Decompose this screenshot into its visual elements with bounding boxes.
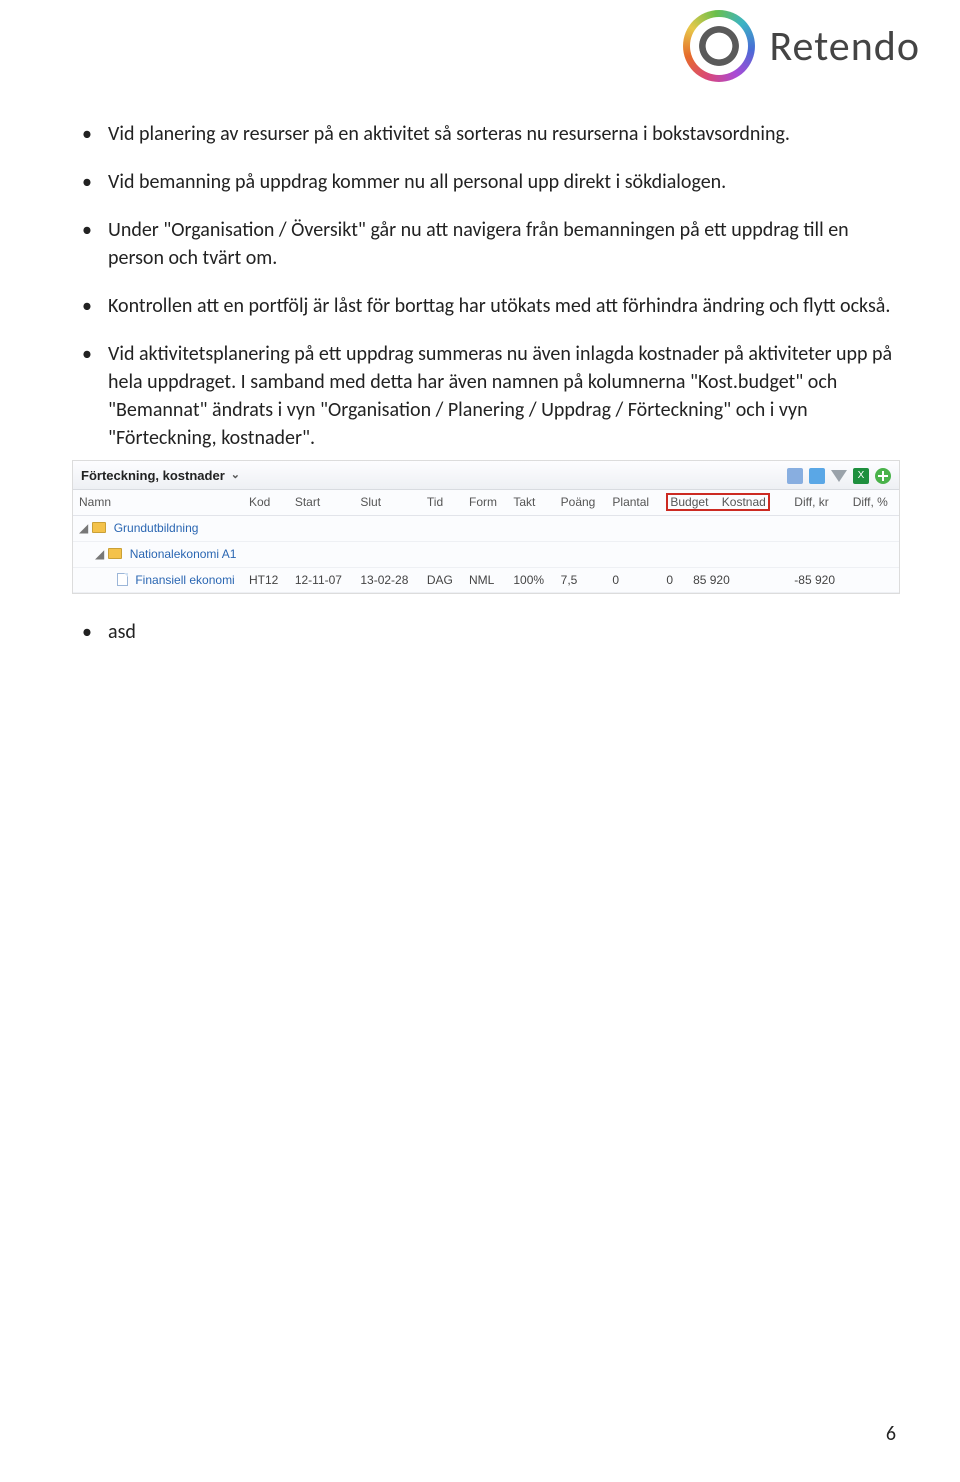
cell-diffkr: -85 920 <box>788 567 846 593</box>
table-row[interactable]: ◢ Grundutbildning <box>73 515 899 541</box>
bullet-item: Under "Organisation / Översikt" går nu a… <box>72 216 900 272</box>
bullet-text: Vid aktivitetsplanering på ett uppdrag s… <box>108 342 892 450</box>
table-row[interactable]: Finansiell ekonomi HT12 12-11-07 13-02-2… <box>73 567 899 593</box>
cell-diffp <box>847 567 899 593</box>
chevron-down-icon: ⌄ <box>231 468 240 483</box>
document-icon <box>117 573 128 586</box>
brand-header: Retendo <box>683 10 920 82</box>
embedded-ui-panel: Förteckning, kostnader ⌄ <box>72 460 900 594</box>
bullet-item: Vid planering av resurser på en aktivite… <box>72 120 900 148</box>
add-icon[interactable] <box>875 468 891 484</box>
bullet-item: Vid bemanning på uppdrag kommer nu all p… <box>72 168 900 196</box>
cell-takt: 100% <box>507 567 554 593</box>
table-row[interactable]: ◢ Nationalekonomi A1 <box>73 541 899 567</box>
brand-logo-icon <box>683 10 755 82</box>
folder-icon <box>92 522 106 533</box>
col-start[interactable]: Start <box>289 490 355 515</box>
cell-slut: 13-02-28 <box>354 567 421 593</box>
brand-name: Retendo <box>769 21 920 72</box>
folder-icon <box>108 548 122 559</box>
row-name[interactable]: Grundutbildning <box>114 521 199 535</box>
row-name[interactable]: Finansiell ekonomi <box>135 573 234 587</box>
document-body: Vid planering av resurser på en aktivite… <box>72 120 900 666</box>
filter-icon[interactable] <box>831 470 847 482</box>
cell-kod: HT12 <box>243 567 289 593</box>
page-number: 6 <box>886 1422 896 1446</box>
panel-title[interactable]: Förteckning, kostnader ⌄ <box>81 467 240 485</box>
panel-toolbar <box>787 468 891 484</box>
col-form[interactable]: Form <box>463 490 507 515</box>
panel-title-text: Förteckning, kostnader <box>81 467 225 485</box>
cell-plantal: 0 <box>606 567 660 593</box>
bullet-item: asd <box>72 618 900 646</box>
cost-table: Namn Kod Start Slut Tid Form Takt Poäng … <box>73 490 899 593</box>
export-excel-icon[interactable] <box>853 468 869 484</box>
col-poang[interactable]: Poäng <box>555 490 607 515</box>
tree-collapse-icon[interactable]: ◢ <box>95 546 105 563</box>
col-slut[interactable]: Slut <box>354 490 421 515</box>
col-plantal[interactable]: Plantal <box>606 490 660 515</box>
cell-form: NML <box>463 567 507 593</box>
col-namn[interactable]: Namn <box>73 490 243 515</box>
bullet-item: Vid aktivitetsplanering på ett uppdrag s… <box>72 340 900 594</box>
col-kod[interactable]: Kod <box>243 490 289 515</box>
view-icon[interactable] <box>787 468 803 484</box>
col-diffkr[interactable]: Diff, kr <box>788 490 846 515</box>
col-kostnad[interactable]: Kostnad <box>722 495 766 509</box>
row-name[interactable]: Nationalekonomi A1 <box>130 547 237 561</box>
cell-start: 12-11-07 <box>289 567 355 593</box>
col-diffp[interactable]: Diff, % <box>847 490 899 515</box>
cell-poang: 7,5 <box>555 567 607 593</box>
cell-budget-kostnad: 0 85 920 <box>660 567 788 593</box>
cell-tid: DAG <box>421 567 463 593</box>
expand-icon[interactable] <box>809 468 825 484</box>
col-takt[interactable]: Takt <box>507 490 554 515</box>
col-budget-kostnad-highlight: Budget Kostnad <box>660 490 788 515</box>
col-tid[interactable]: Tid <box>421 490 463 515</box>
tree-collapse-icon[interactable]: ◢ <box>79 520 89 537</box>
bullet-item: Kontrollen att en portfölj är låst för b… <box>72 292 900 320</box>
col-budget[interactable]: Budget <box>670 495 708 509</box>
